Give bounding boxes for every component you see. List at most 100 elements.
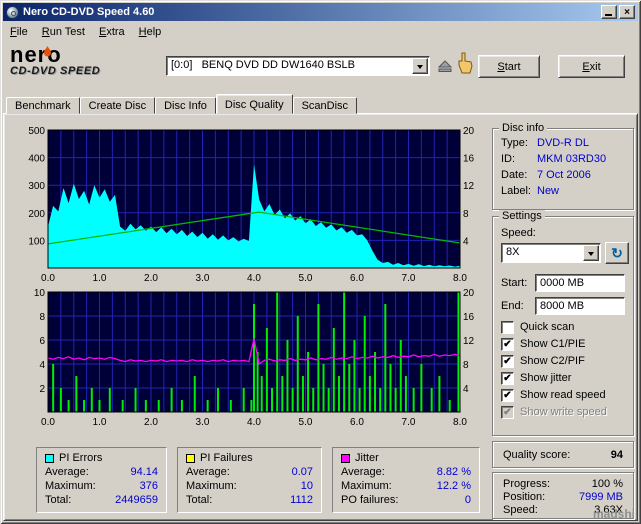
tab-disc-info[interactable]: Disc Info — [155, 97, 216, 114]
svg-text:4: 4 — [463, 236, 469, 247]
start-button[interactable]: Start — [478, 55, 540, 78]
svg-text:0.0: 0.0 — [41, 417, 55, 428]
app-icon — [6, 6, 19, 19]
quality-score-group: Quality score: 94 — [492, 441, 634, 468]
nero-logo: nero CD-DVD SPEED — [10, 44, 165, 77]
svg-text:8.0: 8.0 — [453, 417, 467, 428]
svg-text:20: 20 — [463, 288, 475, 299]
svg-text:200: 200 — [28, 209, 45, 220]
refresh-speeds-button[interactable]: ↻ — [605, 242, 629, 264]
speed-select[interactable]: 8X — [501, 243, 601, 263]
close-button[interactable]: × — [619, 5, 635, 19]
menu-help[interactable]: Help — [132, 24, 169, 40]
app-window: Nero CD-DVD Speed 4.60 × File Run Test E… — [0, 0, 641, 524]
dropdown-arrow-icon[interactable] — [583, 245, 599, 261]
checkbox-show-jitter[interactable]: ✔ Show jitter — [501, 371, 571, 385]
drive-select[interactable]: [0:0] BENQ DVD DD DW1640 BSLB — [166, 56, 430, 76]
svg-text:1.0: 1.0 — [93, 273, 107, 284]
refresh-icon: ↻ — [611, 245, 623, 261]
end-position-field[interactable]: 8000 MB — [535, 297, 625, 315]
exit-button[interactable]: Exit — [558, 55, 625, 78]
eject-icon[interactable] — [437, 58, 453, 77]
menu-run-test[interactable]: Run Test — [35, 24, 92, 40]
tab-create-disc[interactable]: Create Disc — [80, 97, 155, 114]
checkbox-box[interactable]: ✔ — [501, 389, 514, 402]
minimize-button[interactable] — [601, 5, 617, 19]
progress-row: Progress:100 % — [503, 478, 623, 491]
pi-failures-title: PI Failures — [200, 452, 253, 464]
stat-row: Average:0.07 — [186, 466, 313, 480]
checkbox-show-write-speed: ✔ Show write speed — [501, 405, 607, 419]
stat-row: Maximum:376 — [45, 480, 158, 494]
drive-select-value: [0:0] BENQ DVD DD DW1640 BSLB — [167, 57, 411, 75]
close-icon: × — [624, 7, 630, 18]
svg-text:7.0: 7.0 — [402, 273, 416, 284]
svg-text:2.0: 2.0 — [144, 417, 158, 428]
checkbox-box: ✔ — [501, 406, 514, 419]
svg-text:4.0: 4.0 — [247, 273, 261, 284]
pi-errors-chart: 500400300200100201612840.01.02.03.04.05.… — [4, 124, 486, 284]
checkbox-show-c1-pie[interactable]: ✔ Show C1/PIE — [501, 337, 585, 351]
pi-errors-color-swatch — [45, 454, 54, 463]
stat-row: Average:94.14 — [45, 466, 158, 480]
svg-text:12: 12 — [463, 181, 475, 192]
checkbox-box[interactable]: ✔ — [501, 372, 514, 385]
svg-text:0.0: 0.0 — [41, 273, 55, 284]
svg-text:20: 20 — [463, 126, 475, 137]
stat-row: Average:8.82 % — [341, 466, 471, 480]
nero-brand-text: nero — [10, 44, 62, 65]
speed-label: Speed: — [501, 227, 536, 239]
tabstrip: Benchmark Create Disc Disc Info Disc Qua… — [6, 94, 357, 114]
disc-id-row: ID:MKM 03RD30 — [501, 153, 627, 167]
pi-errors-summary-panel: PI Errors Average:94.14 Maximum:376 Tota… — [36, 447, 167, 513]
watermark-text: madshi — [593, 507, 635, 521]
stat-row: Maximum:12.2 % — [341, 480, 471, 494]
svg-text:3.0: 3.0 — [196, 273, 210, 284]
checkbox-show-read-speed[interactable]: ✔ Show read speed — [501, 388, 606, 402]
jitter-title: Jitter — [355, 452, 379, 464]
pi-errors-title: PI Errors — [59, 452, 102, 464]
disc-type-row: Type:DVD-R DL — [501, 137, 627, 151]
disc-label-row: Label:New — [501, 185, 627, 199]
svg-text:8: 8 — [39, 312, 45, 323]
hand-cursor-icon — [456, 52, 474, 79]
checkbox-box[interactable]: ✔ — [501, 355, 514, 368]
checkbox-quick-scan[interactable]: ✔ Quick scan — [501, 320, 574, 334]
pi-failures-color-swatch — [186, 454, 195, 463]
disc-date-row: Date:7 Oct 2006 — [501, 169, 627, 183]
checkbox-box[interactable]: ✔ — [501, 338, 514, 351]
menu-extra[interactable]: Extra — [92, 24, 132, 40]
disc-info-legend: Disc info — [499, 122, 547, 134]
svg-text:5.0: 5.0 — [299, 417, 313, 428]
settings-group: Settings Speed: 8X ↻ Start: 0000 MB End:… — [492, 216, 634, 436]
start-position-label: Start: — [501, 277, 527, 289]
window-title: Nero CD-DVD Speed 4.60 — [23, 6, 154, 18]
minimize-icon — [605, 14, 612, 16]
tab-scandisc[interactable]: ScanDisc — [293, 97, 357, 114]
svg-text:4.0: 4.0 — [247, 417, 261, 428]
start-position-field[interactable]: 0000 MB — [535, 274, 625, 292]
svg-text:4: 4 — [463, 384, 469, 395]
svg-text:16: 16 — [463, 312, 475, 323]
titlebar[interactable]: Nero CD-DVD Speed 4.60 × — [3, 3, 638, 21]
end-position-label: End: — [501, 300, 524, 312]
svg-text:4: 4 — [39, 360, 45, 371]
quality-score-label: Quality score: — [503, 449, 570, 461]
menu-file[interactable]: File — [3, 24, 35, 40]
svg-text:3.0: 3.0 — [196, 417, 210, 428]
svg-text:6.0: 6.0 — [350, 273, 364, 284]
flame-icon — [43, 39, 52, 60]
disc-info-group: Disc info Type:DVD-R DL ID:MKM 03RD30 Da… — [492, 128, 634, 210]
svg-text:8: 8 — [463, 209, 469, 220]
checkbox-box[interactable]: ✔ — [501, 321, 514, 334]
checkbox-show-c2-pif[interactable]: ✔ Show C2/PIF — [501, 354, 585, 368]
svg-text:6: 6 — [39, 336, 45, 347]
stat-row: PO failures:0 — [341, 494, 471, 508]
tab-disc-quality[interactable]: Disc Quality — [216, 94, 293, 114]
menubar: File Run Test Extra Help — [3, 22, 638, 41]
quality-score-value: 94 — [611, 449, 623, 461]
svg-text:12: 12 — [463, 336, 475, 347]
tab-benchmark[interactable]: Benchmark — [6, 97, 80, 114]
svg-text:500: 500 — [28, 126, 45, 137]
dropdown-arrow-icon[interactable] — [412, 58, 428, 74]
